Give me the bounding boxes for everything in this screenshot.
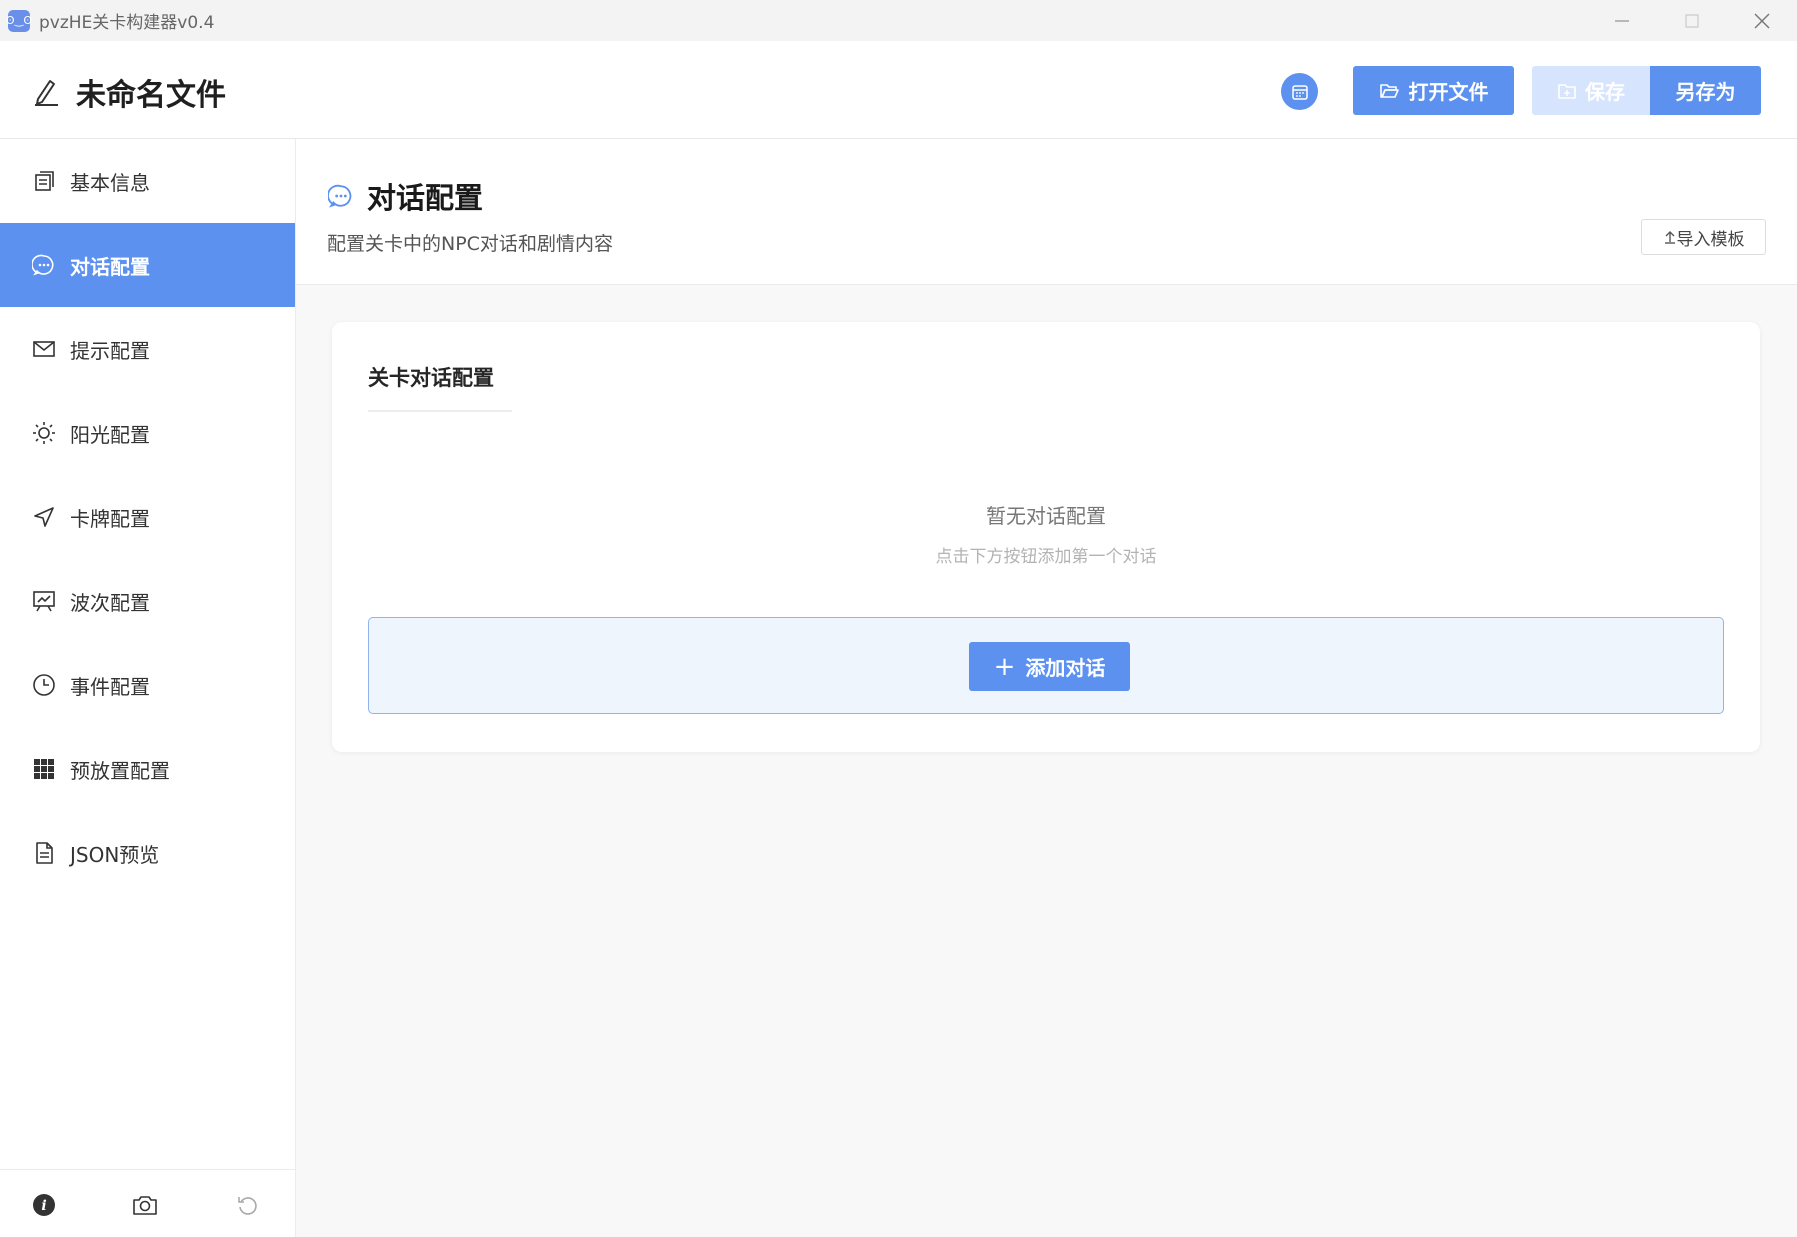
sidebar-item-waves[interactable]: 波次配置 (0, 559, 295, 643)
undo-button[interactable] (235, 1192, 261, 1218)
presentation-chart-icon (32, 589, 56, 613)
empty-state-hint: 点击下方按钮添加第一个对话 (935, 547, 1157, 567)
folder-open-icon (1379, 83, 1399, 98)
document-list-icon (32, 169, 56, 193)
sidebar-item-sun[interactable]: 阳光配置 (0, 391, 295, 475)
sidebar: 基本信息 对话配置 提示配置 阳光配置 卡牌配置 波次配置 事件配置 预放置配置… (0, 139, 296, 1237)
sidebar-item-label: 阳光配置 (70, 422, 150, 447)
add-dialogue-button[interactable]: + 添加对话 (969, 642, 1130, 691)
save-label: 保存 (1585, 80, 1625, 104)
info-icon: i (33, 1194, 55, 1216)
sidebar-item-label: 对话配置 (70, 254, 150, 279)
window-controls (1587, 0, 1797, 41)
grid-icon (32, 757, 56, 781)
maximize-icon (1685, 13, 1699, 28)
sidebar-item-events[interactable]: 事件配置 (0, 643, 295, 727)
sidebar-footer: i (0, 1169, 295, 1237)
save-as-button[interactable]: 另存为 (1650, 66, 1761, 115)
open-file-label: 打开文件 (1408, 80, 1489, 104)
sidebar-item-label: 波次配置 (70, 590, 150, 615)
chat-bubble-icon (328, 184, 352, 208)
upload-icon (1664, 231, 1675, 244)
sidebar-item-label: 基本信息 (70, 170, 150, 195)
calendar-button[interactable] (1281, 73, 1318, 110)
minimize-button[interactable] (1587, 0, 1657, 41)
edit-pen-icon (35, 80, 58, 106)
sidebar-item-label: JSON预览 (70, 842, 160, 867)
sidebar-item-cards[interactable]: 卡牌配置 (0, 475, 295, 559)
screenshot-button[interactable] (132, 1192, 158, 1218)
close-icon (1754, 13, 1770, 28)
window-title: pvzHE关卡构建器v0.4 (39, 13, 215, 33)
page-title-text: 对话配置 (367, 181, 484, 215)
camera-icon (133, 1196, 157, 1215)
card-title: 关卡对话配置 (368, 366, 494, 390)
sidebar-item-label: 事件配置 (70, 674, 150, 699)
envelope-icon (32, 337, 56, 361)
close-button[interactable] (1727, 0, 1797, 41)
empty-state-title: 暂无对话配置 (986, 504, 1106, 528)
calendar-icon (1291, 84, 1308, 100)
save-as-label: 另存为 (1675, 80, 1736, 104)
import-template-button[interactable]: 导入模板 (1641, 219, 1766, 255)
add-dialogue-label: 添加对话 (1025, 656, 1106, 680)
page-title: 对话配置 (328, 175, 483, 217)
file-title-text: 未命名文件 (76, 78, 226, 113)
file-title: 未命名文件 (32, 70, 226, 114)
page-subtitle: 配置关卡中的NPC对话和剧情内容 (327, 233, 613, 255)
send-arrow-icon (32, 505, 56, 529)
add-dialogue-zone: + 添加对话 (368, 617, 1724, 714)
app-header: 未命名文件 打开文件 保存 另存为 (0, 41, 1797, 139)
file-text-icon (32, 841, 56, 865)
sidebar-item-preplace[interactable]: 预放置配置 (0, 727, 295, 811)
clock-icon (32, 673, 56, 697)
sidebar-item-basic-info[interactable]: 基本信息 (0, 139, 295, 223)
sidebar-item-json-preview[interactable]: JSON预览 (0, 811, 295, 895)
info-button[interactable]: i (31, 1192, 57, 1218)
main-content: 对话配置 配置关卡中的NPC对话和剧情内容 导入模板 关卡对话配置 暂无对话配置… (296, 139, 1797, 1237)
sidebar-item-label: 预放置配置 (70, 758, 170, 783)
import-template-label: 导入模板 (1676, 229, 1745, 250)
svg-text:i: i (41, 1198, 46, 1214)
sidebar-item-dialogue[interactable]: 对话配置 (0, 223, 295, 307)
undo-icon (238, 1197, 257, 1215)
save-button[interactable]: 保存 (1532, 66, 1650, 115)
dialogue-config-card: 关卡对话配置 暂无对话配置 点击下方按钮添加第一个对话 + 添加对话 (332, 322, 1760, 752)
open-file-button[interactable]: 打开文件 (1353, 66, 1514, 115)
minimize-icon (1615, 19, 1629, 22)
window-titlebar: ʘ‿ʘ pvzHE关卡构建器v0.4 (0, 0, 1797, 41)
maximize-button[interactable] (1657, 0, 1727, 41)
card-title-divider (368, 410, 512, 412)
sun-icon (32, 421, 56, 445)
folder-save-icon (1558, 83, 1576, 99)
app-logo-icon: ʘ‿ʘ (6, 9, 32, 32)
sidebar-item-tips[interactable]: 提示配置 (0, 307, 295, 391)
sidebar-item-label: 卡牌配置 (70, 506, 150, 531)
page-header: 对话配置 配置关卡中的NPC对话和剧情内容 导入模板 (296, 139, 1797, 285)
chat-bubble-icon (32, 253, 56, 277)
plus-icon: + (993, 651, 1016, 682)
sidebar-item-label: 提示配置 (70, 338, 150, 363)
